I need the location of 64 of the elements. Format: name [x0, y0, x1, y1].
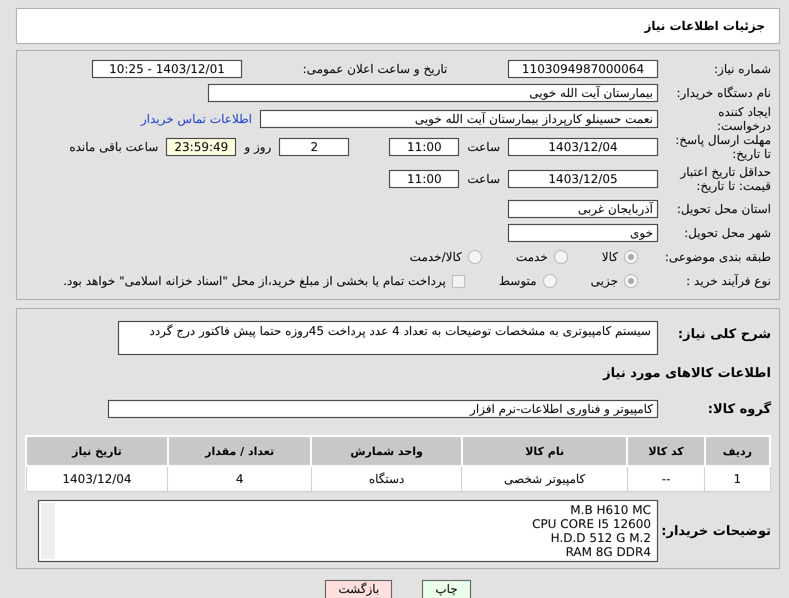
checkbox[interactable]	[452, 274, 465, 288]
table-cell: دستگاه	[311, 466, 462, 492]
note-line: CPU CORE I5 12600	[531, 517, 651, 531]
option-label: متوسط	[498, 274, 537, 288]
table-cell: 1	[704, 466, 770, 492]
field-label: ایجاد کننده درخواست:	[716, 105, 771, 133]
radio-button[interactable]	[624, 250, 638, 264]
field-label: استان محل تحویل:	[676, 202, 771, 216]
deadline-date-field: 1403/12/04	[508, 138, 658, 156]
radio-button[interactable]	[468, 250, 482, 264]
note-line: M.B H610 MC	[569, 503, 651, 517]
field-label: ساعت	[467, 140, 500, 154]
table-cell: --	[627, 466, 705, 492]
column-header: تعداد / مقدار	[168, 436, 312, 466]
validity-time-field: 11:00	[389, 170, 460, 188]
goods-group-field: کامپیوتر و فناوری اطلاعات-نرم افزار	[108, 400, 658, 418]
field-label: شماره نیاز:	[713, 62, 771, 76]
print-button[interactable]: چاپ	[422, 580, 471, 598]
field-label: روز و	[244, 140, 272, 154]
table-cell: 4	[168, 466, 312, 492]
column-header: واحد شمارش	[311, 436, 462, 466]
field-label: نام دستگاه خریدار:	[676, 86, 771, 100]
field-label: ساعت باقی مانده	[69, 140, 158, 154]
field-label: نوع فرآیند خرید :	[685, 274, 771, 288]
note-line: RAM 8G DDR4	[564, 545, 651, 559]
option-label: خدمت	[516, 250, 548, 264]
contact-link[interactable]: اطلاعات تماس خریدار	[140, 112, 252, 126]
column-header: نام کالا	[462, 436, 628, 466]
column-header: ردیف	[704, 436, 770, 466]
radio-button[interactable]	[624, 274, 638, 288]
field-label: طبقه بندی موضوعی:	[664, 250, 771, 264]
field-label: مهلت ارسال پاسخ: تا تاریخ:	[674, 133, 771, 161]
column-header: تاریخ نیاز	[26, 436, 168, 466]
option-label: کالا/خدمت	[410, 250, 462, 264]
field-label: شهر محل تحویل:	[683, 226, 771, 240]
buyer-notes-field[interactable]: M.B H610 MC CPU CORE I5 12600 H.D.D 512 G M.2 RAM 8G DDR4	[38, 500, 658, 562]
city-field: خوی	[508, 224, 658, 242]
page-title: جزئیات اطلاعات نیاز	[16, 8, 780, 44]
deadline-time-field: 11:00	[389, 138, 460, 156]
table-cell: کامپیوتر شخصی	[462, 466, 628, 492]
section-title: اطلاعات کالاهای مورد نیاز	[603, 366, 771, 380]
field-label: تاریخ و ساعت اعلان عمومی:	[302, 62, 448, 76]
buyer-field: بیمارستان آیت الله خویی	[208, 84, 658, 102]
creator-field: نعمت حسینلو کارپرداز بیمارستان آیت الله خویی	[260, 110, 658, 128]
remaining-time-field: 23:59:49	[166, 138, 236, 156]
option-label: کالا	[602, 250, 618, 264]
need-number-field: 1103094987000064	[508, 60, 658, 78]
back-button[interactable]: بازگشت	[325, 580, 392, 598]
field-label: حداقل تاریخ اعتبار قیمت: تا تاریخ:	[678, 165, 771, 193]
province-field: آذربایجان غربی	[508, 200, 658, 218]
field-label: شرح کلی نیاز:	[676, 327, 771, 342]
option-label: جزیی	[590, 274, 618, 288]
announce-date-field: 1403/12/01 - 10:25	[92, 60, 242, 78]
validity-date-field: 1403/12/05	[508, 170, 658, 188]
checkbox-label: پرداخت تمام یا بخشی از مبلغ خرید،از محل "اسناد خزانه اسلامی" خواهد بود.	[63, 274, 446, 288]
column-header: کد کالا	[627, 436, 705, 466]
days-field: 2	[279, 138, 350, 156]
radio-button[interactable]	[554, 250, 568, 264]
field-label: گروه کالا:	[706, 402, 771, 416]
note-line: H.D.D 512 G M.2	[550, 531, 651, 545]
radio-button[interactable]	[542, 274, 557, 288]
table-cell: 1403/12/04	[26, 466, 168, 492]
field-label: ساعت	[467, 172, 500, 186]
description-field[interactable]: سیستم کامپیوتری به مشخصات توضیحات به تعداد 4 عدد پرداخت 45روزه حتما پیش فاکتور درج گردد	[118, 321, 658, 355]
